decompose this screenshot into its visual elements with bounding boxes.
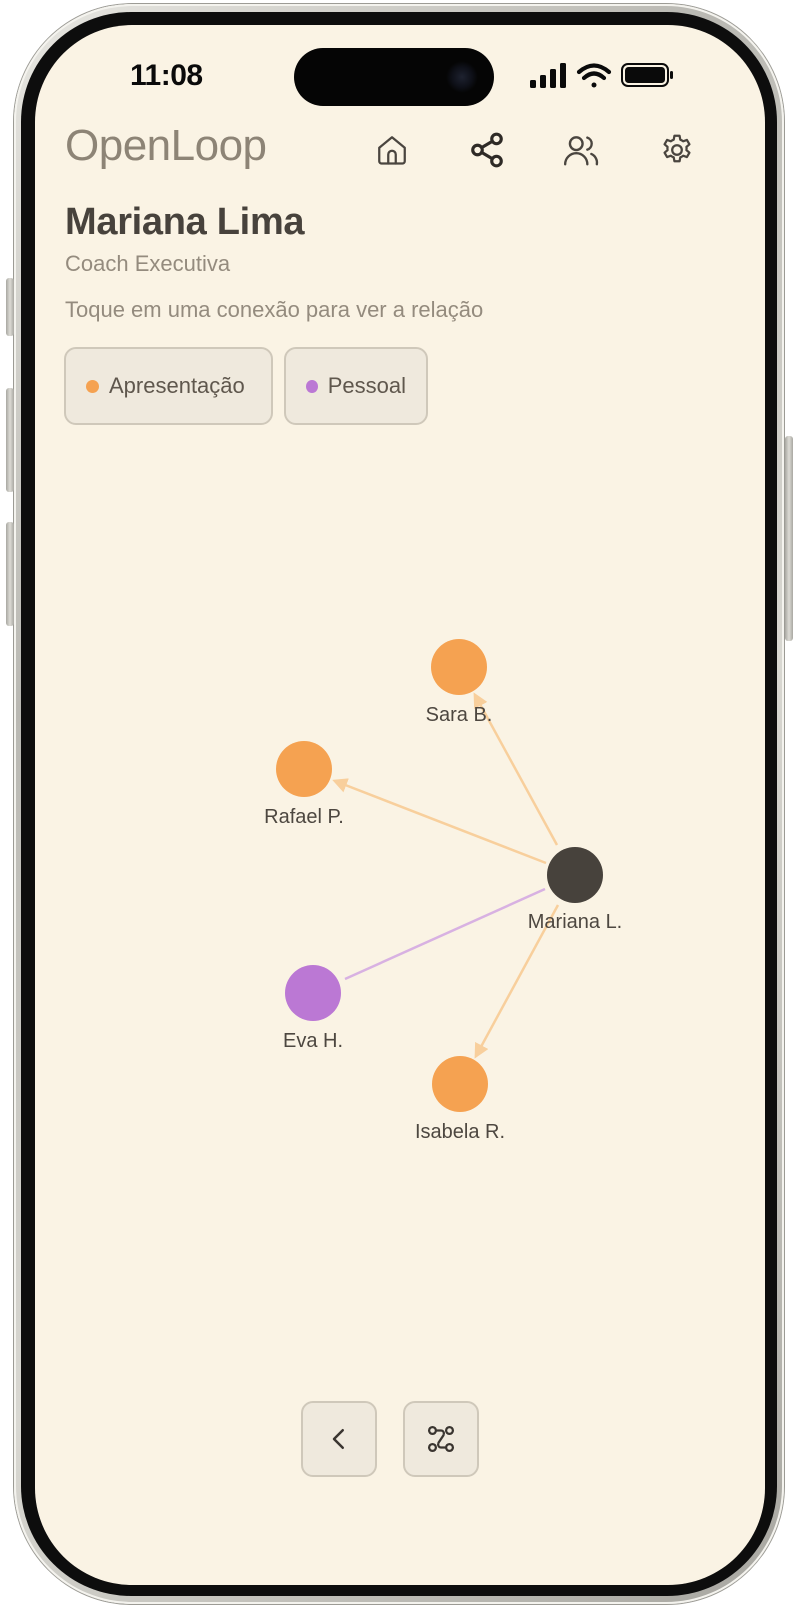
node-rafael-circle[interactable] [276,741,332,797]
action-button [6,278,14,336]
node-eva-circle[interactable] [285,965,341,1021]
node-isabela-circle[interactable] [432,1056,488,1112]
edge-rafael[interactable] [332,778,547,865]
graph-layout-button[interactable] [403,1401,479,1477]
node-eva[interactable]: Eva H. [283,965,343,1052]
graph-layout-icon [427,1425,455,1453]
back-button[interactable] [301,1401,377,1477]
node-sara[interactable]: Sara B. [426,639,493,726]
volume-down-button [6,522,14,626]
node-rafael[interactable]: Rafael P. [264,741,344,828]
node-center-label: Mariana L. [528,911,623,933]
node-eva-label: Eva H. [283,1030,343,1052]
node-center-circle[interactable] [547,847,603,903]
node-sara-circle[interactable] [431,639,487,695]
node-isabela[interactable]: Isabela R. [415,1056,505,1143]
node-isabela-label: Isabela R. [415,1121,505,1143]
node-sara-label: Sara B. [426,704,493,726]
power-button [785,436,793,641]
node-rafael-label: Rafael P. [264,806,344,828]
back-chevron-icon [332,1429,344,1449]
app-screen: 11:08 OpenLoop Mariana Lima Coach Execut… [35,25,765,1585]
edge-eva[interactable] [344,887,546,981]
connection-graph: Sara B. Rafael P. Eva H. Isabela R. Mari… [264,639,623,1143]
volume-up-button [6,388,14,492]
